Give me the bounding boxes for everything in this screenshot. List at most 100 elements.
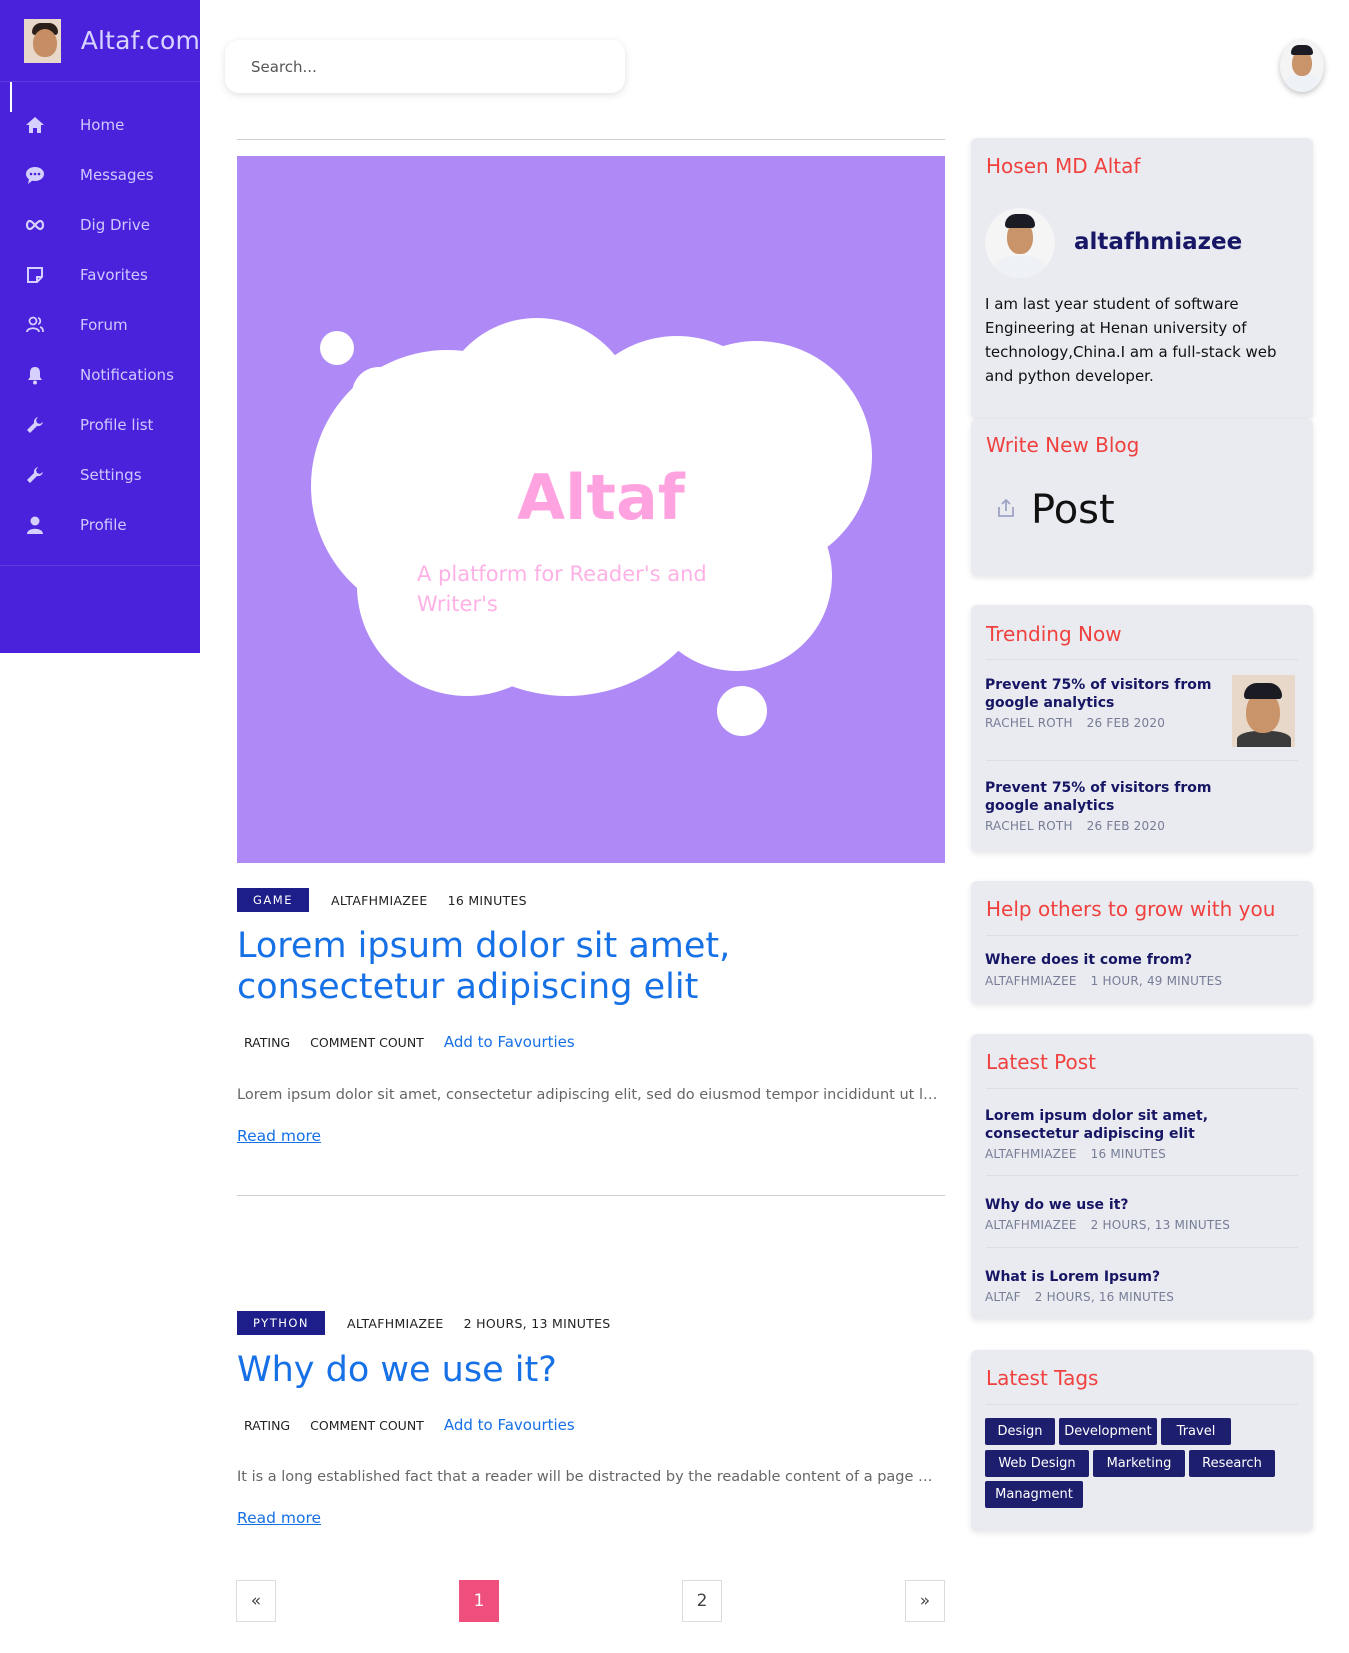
help-item-title[interactable]: Where does it come from? xyxy=(985,951,1192,969)
feed-divider xyxy=(237,139,945,140)
tag-research[interactable]: Research xyxy=(1189,1450,1275,1477)
hero-image[interactable]: Altaf A platform for Reader's and Writer… xyxy=(237,156,945,863)
help-item-time: 1 HOUR, 49 MINUTES xyxy=(1090,974,1223,988)
infinity-icon xyxy=(24,214,46,236)
latest-post-item-time: 16 MINUTES xyxy=(1090,1147,1166,1161)
rating-label[interactable]: RATING xyxy=(244,1418,290,1433)
trending-item-date: 26 FEB 2020 xyxy=(1086,819,1166,833)
sidebar-item-forum[interactable]: Forum xyxy=(0,300,200,350)
sidebar-item-profile[interactable]: Profile xyxy=(0,500,200,550)
post-title[interactable]: Lorem ipsum dolor sit amet, consectetur … xyxy=(237,926,937,1008)
post-title[interactable]: Why do we use it? xyxy=(237,1350,557,1391)
hero-subtitle: A platform for Reader's and Writer's xyxy=(417,562,707,616)
sidebar-item-dig-drive[interactable]: Dig Drive xyxy=(0,200,200,250)
latest-post-item-author: ALTAFHMIAZEE xyxy=(985,1218,1077,1232)
prev-page-button[interactable]: « xyxy=(236,1580,276,1622)
page-2-button[interactable]: 2 xyxy=(682,1580,722,1622)
sidebar-item-label: Favorites xyxy=(80,266,148,284)
search-input[interactable] xyxy=(251,57,591,76)
sidebar-divider xyxy=(0,565,200,566)
sidebar-item-settings[interactable]: Settings xyxy=(0,450,200,500)
rating-label[interactable]: RATING xyxy=(244,1035,290,1050)
sidebar-item-home[interactable]: Home xyxy=(0,100,200,150)
add-to-favourites-link[interactable]: Add to Favourties xyxy=(444,1416,575,1434)
add-to-favourites-link[interactable]: Add to Favourties xyxy=(444,1033,575,1051)
latest-post-item-title[interactable]: Why do we use it? xyxy=(985,1196,1129,1214)
sidebar-item-label: Profile list xyxy=(80,416,154,434)
post-category-badge[interactable]: PYTHON xyxy=(237,1311,326,1335)
latest-post-item-title[interactable]: What is Lorem Ipsum? xyxy=(985,1268,1160,1286)
sidebar-item-label: Home xyxy=(80,116,125,134)
chat-bubble-icon xyxy=(24,164,46,186)
wrench-icon xyxy=(24,464,46,486)
post-meta: PYTHON ALTAFHMIAZEE 2 HOURS, 13 MINUTES xyxy=(237,1311,631,1335)
post-button-label: Post xyxy=(1031,487,1115,533)
brand[interactable]: Altaf.com xyxy=(0,0,200,82)
tag-managment[interactable]: Managment xyxy=(985,1481,1083,1508)
help-item-meta: ALTAFHMIAZEE 1 HOUR, 49 MINUTES xyxy=(985,974,1222,988)
trending-item-title[interactable]: Prevent 75% of visitors from google anal… xyxy=(985,779,1215,815)
tag-design[interactable]: Design xyxy=(985,1418,1055,1445)
trending-item-author: RACHEL ROTH xyxy=(985,716,1073,730)
profile-avatar[interactable] xyxy=(985,208,1055,278)
post-button[interactable]: Post xyxy=(995,487,1115,533)
post-author[interactable]: ALTAFHMIAZEE xyxy=(347,1316,444,1331)
comment-count-label[interactable]: COMMENT COUNT xyxy=(310,1035,424,1050)
post-actions: RATING COMMENT COUNT Add to Favourties xyxy=(244,1416,595,1434)
search-box[interactable] xyxy=(225,40,625,93)
comment-count-label[interactable]: COMMENT COUNT xyxy=(310,1418,424,1433)
trending-item-meta: RACHEL ROTH 26 FEB 2020 xyxy=(985,819,1165,833)
help-title: Help others to grow with you xyxy=(986,897,1276,921)
post-author[interactable]: ALTAFHMIAZEE xyxy=(331,893,428,908)
latest-post-item-time: 2 HOURS, 16 MINUTES xyxy=(1034,1290,1175,1304)
trending-item-thumbnail[interactable] xyxy=(1232,675,1295,747)
read-more-link[interactable]: Read more xyxy=(237,1509,321,1527)
home-icon xyxy=(24,114,46,136)
help-item-author: ALTAFHMIAZEE xyxy=(985,974,1077,988)
sidebar-item-label: Profile xyxy=(80,516,127,534)
trending-item-title[interactable]: Prevent 75% of visitors from google anal… xyxy=(985,676,1215,712)
brand-title[interactable]: Altaf.com xyxy=(81,26,200,55)
sidebar-item-label: Settings xyxy=(80,466,142,484)
post-time: 2 HOURS, 13 MINUTES xyxy=(463,1315,611,1331)
tag-marketing[interactable]: Marketing xyxy=(1093,1450,1185,1477)
latest-post-item-meta: ALTAFHMIAZEE 2 HOURS, 13 MINUTES xyxy=(985,1218,1230,1232)
latest-post-item-title[interactable]: Lorem ipsum dolor sit amet, consectetur … xyxy=(985,1107,1285,1143)
trending-title: Trending Now xyxy=(986,622,1122,646)
latest-post-item-time: 2 HOURS, 13 MINUTES xyxy=(1090,1218,1231,1232)
share-icon xyxy=(995,497,1017,523)
tag-development[interactable]: Development xyxy=(1059,1418,1157,1445)
latest-tags-title: Latest Tags xyxy=(986,1366,1099,1390)
post-category-badge[interactable]: GAME xyxy=(237,888,309,912)
sidebar-item-label: Messages xyxy=(80,166,154,184)
sidebar-item-favorites[interactable]: Favorites xyxy=(0,250,200,300)
post-excerpt: It is a long established fact that a rea… xyxy=(237,1469,939,1485)
latest-post-item-author: ALTAF xyxy=(985,1290,1021,1304)
feed-divider xyxy=(237,1195,945,1196)
trending-item-date: 26 FEB 2020 xyxy=(1086,716,1166,730)
wrench-icon xyxy=(24,414,46,436)
trending-item-meta: RACHEL ROTH 26 FEB 2020 xyxy=(985,716,1165,730)
trending-item-author: RACHEL ROTH xyxy=(985,819,1073,833)
next-page-button[interactable]: » xyxy=(905,1580,945,1622)
write-blog-title: Write New Blog xyxy=(986,433,1140,457)
read-more-link[interactable]: Read more xyxy=(237,1127,321,1145)
bell-icon xyxy=(24,364,46,386)
latest-post-item-meta: ALTAFHMIAZEE 16 MINUTES xyxy=(985,1147,1166,1161)
profile-card-title: Hosen MD Altaf xyxy=(986,154,1141,178)
sticky-note-icon xyxy=(24,264,46,286)
sidebar-item-messages[interactable]: Messages xyxy=(0,150,200,200)
latest-post-item-meta: ALTAF 2 HOURS, 16 MINUTES xyxy=(985,1290,1174,1304)
sidebar-item-label: Notifications xyxy=(80,366,174,384)
profile-username[interactable]: altafhmiazee xyxy=(1074,229,1242,255)
user-icon xyxy=(24,514,46,536)
sidebar-item-notifications[interactable]: Notifications xyxy=(0,350,200,400)
user-avatar[interactable] xyxy=(1280,40,1324,92)
sidebar-item-profile-list[interactable]: Profile list xyxy=(0,400,200,450)
post-excerpt: Lorem ipsum dolor sit amet, consectetur … xyxy=(237,1087,939,1103)
sidebar-item-label: Forum xyxy=(80,316,128,334)
tag-travel[interactable]: Travel xyxy=(1161,1418,1231,1445)
latest-post-item-author: ALTAFHMIAZEE xyxy=(985,1147,1077,1161)
tag-web-design[interactable]: Web Design xyxy=(985,1450,1089,1477)
page-1-button[interactable]: 1 xyxy=(459,1580,499,1622)
